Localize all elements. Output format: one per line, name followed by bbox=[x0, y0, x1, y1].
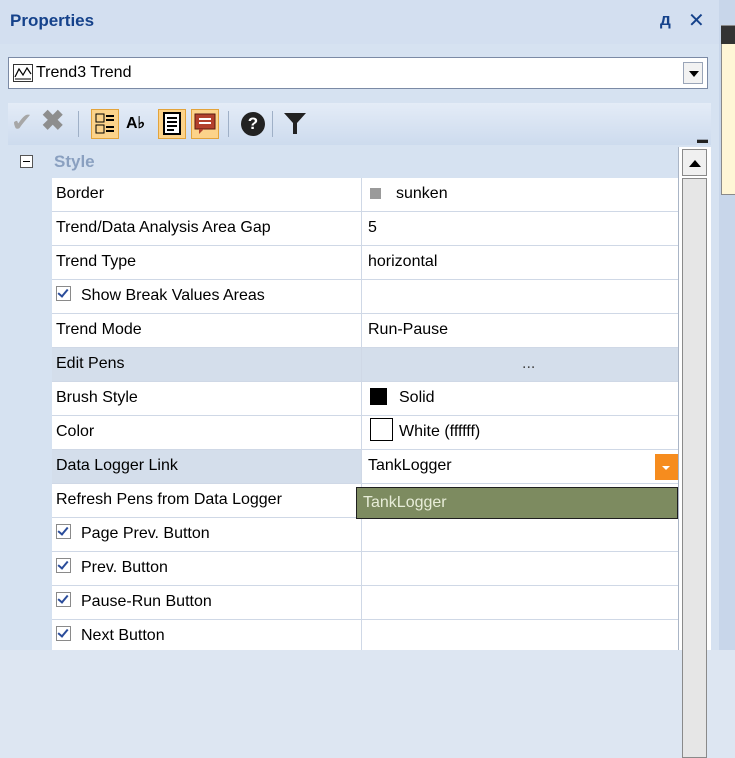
property-name: Page Prev. Button bbox=[52, 518, 362, 551]
object-selector-value: Trend3 Trend bbox=[36, 64, 132, 81]
brush-swatch-icon bbox=[370, 388, 387, 405]
filter-icon[interactable] bbox=[282, 109, 310, 139]
property-name: Edit Pens bbox=[52, 348, 362, 381]
document-tab[interactable] bbox=[721, 25, 735, 195]
property-name: Pause-Run Button bbox=[52, 586, 362, 619]
property-row[interactable]: Data Logger Link TankLogger bbox=[52, 450, 678, 484]
property-pages-icon[interactable] bbox=[158, 109, 186, 139]
property-name: Data Logger Link bbox=[52, 450, 362, 483]
property-row[interactable]: Prev. Button bbox=[52, 552, 678, 586]
scroll-thumb[interactable] bbox=[682, 178, 707, 758]
side-strip bbox=[719, 0, 735, 650]
title-bar: Properties д ✕ bbox=[0, 0, 719, 44]
panel-title: Properties bbox=[10, 11, 95, 30]
toolbar-separator bbox=[78, 111, 79, 137]
toolbar-separator bbox=[228, 111, 229, 137]
property-row[interactable]: Next Button bbox=[52, 620, 678, 650]
property-value[interactable] bbox=[362, 280, 678, 313]
property-grid: Style Border sunken Trend/Data Analysis … bbox=[8, 147, 678, 650]
categorized-view-icon[interactable] bbox=[91, 109, 119, 139]
property-row[interactable]: Brush Style Solid bbox=[52, 382, 678, 416]
property-row[interactable]: Trend Mode Run-Pause bbox=[52, 314, 678, 348]
property-name: Trend Mode bbox=[52, 314, 362, 347]
collapse-icon[interactable] bbox=[20, 155, 33, 168]
events-icon[interactable] bbox=[191, 109, 219, 139]
chevron-down-icon[interactable] bbox=[683, 62, 703, 84]
color-swatch-icon bbox=[370, 418, 393, 441]
vertical-scrollbar[interactable] bbox=[678, 147, 711, 758]
property-name: Brush Style bbox=[52, 382, 362, 415]
data-logger-select[interactable]: TankLogger bbox=[362, 450, 678, 483]
category-label: Style bbox=[54, 152, 95, 171]
alphabetical-view-icon[interactable]: A♭ bbox=[126, 113, 154, 143]
property-name: Border bbox=[52, 178, 362, 211]
property-value[interactable]: horizontal bbox=[362, 246, 678, 279]
property-value[interactable]: White (ffffff) bbox=[362, 416, 678, 449]
property-name: Refresh Pens from Data Logger bbox=[52, 484, 362, 517]
object-selector[interactable]: Trend3 Trend bbox=[8, 57, 708, 89]
checkbox[interactable] bbox=[56, 524, 71, 539]
property-value[interactable] bbox=[362, 518, 678, 551]
dropdown-option-tanklogger[interactable]: TankLogger bbox=[356, 487, 678, 519]
toolbar: ✔ ✖ A♭ ? bbox=[8, 103, 711, 145]
property-value[interactable] bbox=[362, 552, 678, 585]
property-value[interactable]: sunken bbox=[362, 178, 678, 211]
chevron-down-icon[interactable] bbox=[655, 454, 678, 480]
property-row[interactable]: Show Break Values Areas bbox=[52, 280, 678, 314]
pin-icon[interactable]: д bbox=[660, 10, 671, 30]
border-swatch-icon bbox=[370, 188, 381, 199]
checkbox[interactable] bbox=[56, 286, 71, 301]
property-row[interactable]: Pause-Run Button bbox=[52, 586, 678, 620]
property-row[interactable]: Edit Pens ... bbox=[52, 348, 678, 382]
ellipsis-button[interactable]: ... bbox=[522, 348, 535, 380]
property-value[interactable]: 5 bbox=[362, 212, 678, 245]
document-icon bbox=[721, 26, 735, 44]
toolbar-separator bbox=[272, 111, 273, 137]
property-value[interactable]: Run-Pause bbox=[362, 314, 678, 347]
properties-panel: Properties д ✕ Trend3 Trend ✔ ✖ A♭ ? ▬▼ bbox=[0, 0, 719, 758]
checkbox[interactable] bbox=[56, 592, 71, 607]
property-name: Show Break Values Areas bbox=[52, 280, 362, 313]
help-icon[interactable]: ? bbox=[241, 109, 269, 139]
scroll-up-icon[interactable] bbox=[682, 149, 707, 176]
checkbox[interactable] bbox=[56, 626, 71, 641]
property-name: Trend/Data Analysis Area Gap bbox=[52, 212, 362, 245]
property-name: Trend Type bbox=[52, 246, 362, 279]
property-row[interactable]: Page Prev. Button bbox=[52, 518, 678, 552]
property-row[interactable]: Trend Type horizontal bbox=[52, 246, 678, 280]
property-name: Next Button bbox=[52, 620, 362, 650]
checkbox[interactable] bbox=[56, 558, 71, 573]
property-value[interactable]: Solid bbox=[362, 382, 678, 415]
grid-gutter bbox=[8, 147, 52, 650]
category-row[interactable]: Style bbox=[8, 147, 678, 178]
property-row[interactable]: Border sunken bbox=[52, 178, 678, 212]
property-row[interactable]: Trend/Data Analysis Area Gap 5 bbox=[52, 212, 678, 246]
property-value[interactable] bbox=[362, 620, 678, 650]
property-value[interactable] bbox=[362, 586, 678, 619]
apply-check-icon[interactable]: ✔ bbox=[11, 107, 39, 137]
property-value[interactable]: ... bbox=[362, 348, 678, 381]
property-name: Color bbox=[52, 416, 362, 449]
close-icon[interactable]: ✕ bbox=[688, 8, 705, 33]
property-name: Prev. Button bbox=[52, 552, 362, 585]
trend-icon bbox=[13, 64, 33, 82]
cancel-x-icon[interactable]: ✖ bbox=[41, 104, 69, 136]
property-row[interactable]: Color White (ffffff) bbox=[52, 416, 678, 450]
